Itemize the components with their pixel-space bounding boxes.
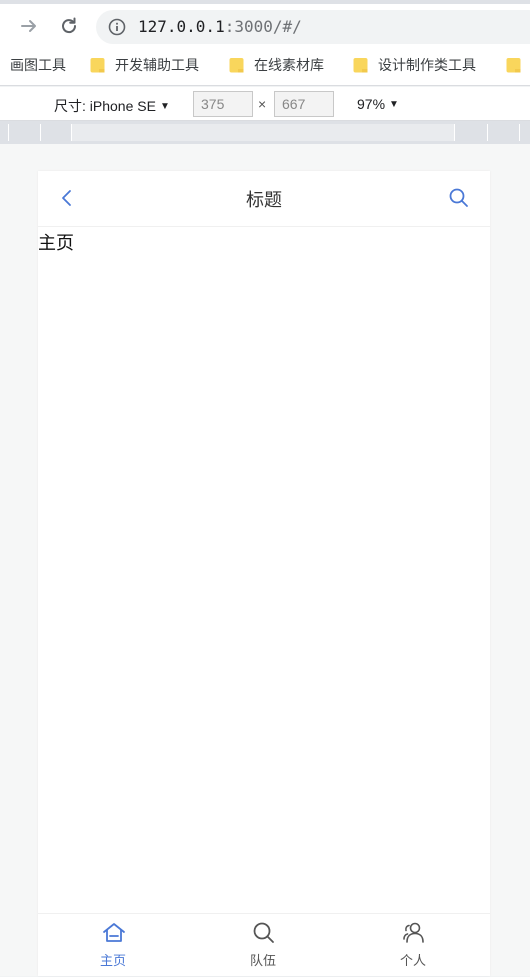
ruler-tick	[487, 124, 488, 141]
folder-icon	[353, 58, 368, 73]
bookmark-label: 开发辅助工具	[115, 57, 199, 73]
device-label: 尺寸: iPhone SE	[54, 98, 156, 114]
tab-profile[interactable]: 个人	[338, 914, 488, 977]
bookmark-label: 画图工具	[10, 57, 66, 73]
media-query-ruler[interactable]	[0, 121, 530, 144]
search-icon	[253, 922, 274, 943]
bookmarks-bar: 画图工具 开发辅助工具 在线素材库 设计制作类工具	[0, 46, 530, 86]
zoom-select[interactable]: 97% ▼	[357, 96, 399, 112]
home-icon	[103, 923, 125, 942]
folder-icon	[229, 58, 244, 73]
bookmark-label: 在线素材库	[254, 57, 324, 73]
reload-icon	[62, 17, 77, 34]
ruler-segment	[72, 124, 454, 141]
device-toolbar: 尺寸: iPhone SE ▼ 375 × 667 97% ▼	[0, 87, 530, 121]
info-icon[interactable]	[108, 18, 126, 36]
bookmark-folder[interactable]: 在线素材库	[229, 55, 324, 75]
width-input[interactable]: 375	[193, 91, 253, 117]
ruler-tick	[40, 124, 41, 141]
tab-label: 个人	[399, 954, 426, 969]
users-icon	[403, 922, 424, 943]
bookmark-label: 设计制作类工具	[378, 57, 476, 73]
forward-button[interactable]	[16, 13, 42, 39]
phone-viewport: 标题 主页 主页 队伍 个人	[38, 171, 490, 976]
bookmark-folder[interactable]: 开发辅助工具	[90, 55, 199, 75]
tab-team[interactable]: 队伍	[188, 914, 338, 977]
zoom-label: 97%	[357, 96, 386, 112]
bookmark-item[interactable]: 画图工具	[10, 55, 66, 75]
url-path: :3000/#/	[224, 17, 302, 36]
caret-down-icon: ▼	[159, 101, 170, 112]
folder-icon	[90, 58, 105, 73]
tab-label: 主页	[99, 954, 126, 969]
bottom-tabbar: 主页 队伍 个人	[38, 913, 490, 976]
arrow-right-icon	[21, 20, 36, 32]
browser-toolbar: 127.0.0.1:3000/#/	[0, 0, 530, 46]
tab-label: 队伍	[249, 954, 276, 969]
bookmark-folder[interactable]	[506, 55, 521, 75]
height-input[interactable]: 667	[274, 91, 334, 117]
page-content-text: 主页	[38, 233, 74, 254]
ruler-tick	[454, 124, 455, 141]
url-host: 127.0.0.1	[138, 17, 225, 36]
caret-down-icon: ▼	[389, 99, 399, 110]
ruler-tick	[8, 124, 9, 141]
dimension-separator: ×	[258, 96, 267, 112]
ruler-tick	[519, 124, 520, 141]
page-title: 标题	[246, 190, 282, 211]
folder-icon	[506, 58, 521, 73]
url-text: 127.0.0.1:3000/#/	[138, 17, 302, 36]
device-select[interactable]: 尺寸: iPhone SE ▼	[54, 96, 170, 116]
address-bar[interactable]: 127.0.0.1:3000/#/	[96, 10, 530, 44]
tab-home[interactable]: 主页	[38, 914, 188, 977]
app-navbar: 标题	[38, 171, 490, 227]
search-icon[interactable]	[448, 187, 470, 209]
bookmark-folder[interactable]: 设计制作类工具	[353, 55, 476, 75]
reload-button[interactable]	[56, 13, 82, 39]
ruler-tick	[71, 124, 72, 141]
